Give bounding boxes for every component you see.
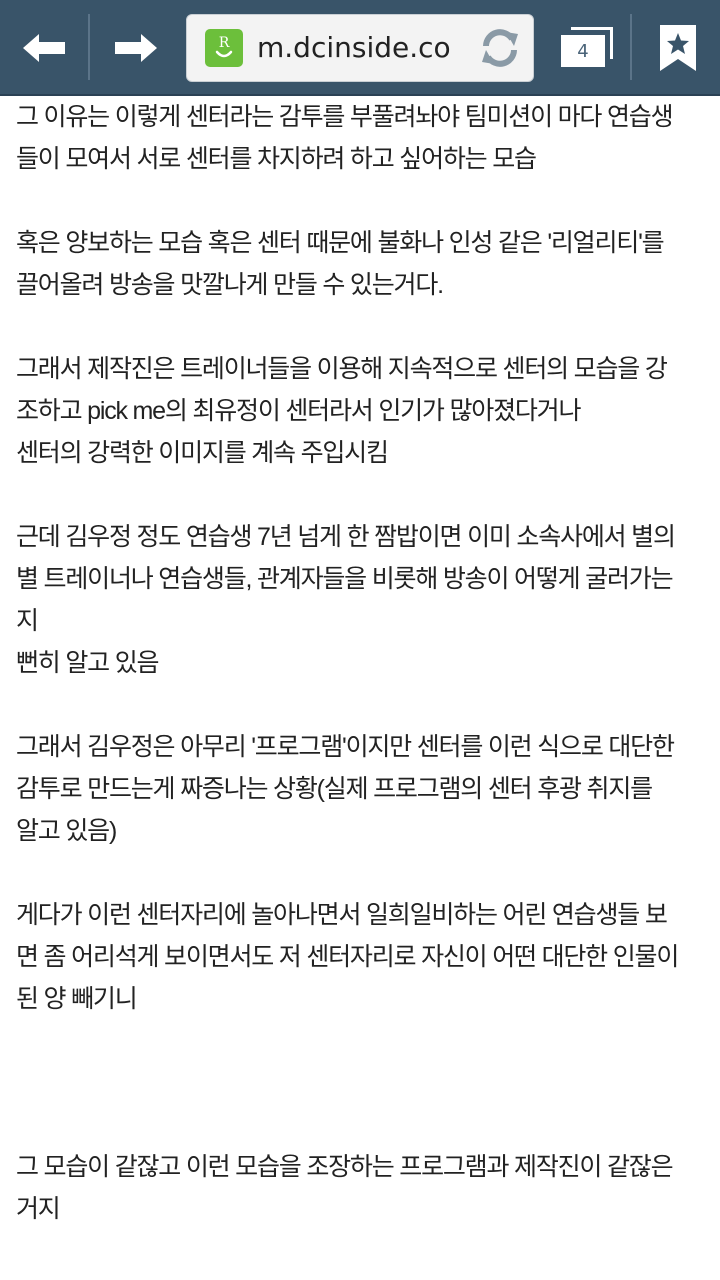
post-line <box>16 180 706 222</box>
tabs-front-frame: 4 <box>561 35 605 67</box>
post-line: 들이 모여서 서로 센터를 차지하려 하고 싶어하는 모습 <box>16 145 537 173</box>
post-line: 된 양 빼기니 <box>16 985 138 1013</box>
toolbar-divider <box>88 14 90 80</box>
post-line: 감투로 만드는게 짜증나는 상황(실제 프로그램의 센터 후광 취지를 <box>16 775 653 803</box>
tab-count: 4 <box>577 40 589 62</box>
post-line <box>16 1020 706 1062</box>
reload-button[interactable] <box>475 23 525 73</box>
favicon-smile-icon <box>215 50 233 58</box>
post-line: 끌어올려 방송을 맛깔나게 만들 수 있는거다. <box>16 271 444 299</box>
post-line: 센터의 강력한 이미지를 계속 주입시킴 <box>16 439 389 467</box>
post-line: 근데 김우정 정도 연습생 7년 넘게 한 짬밥이면 이미 소속사에서 별의 <box>16 523 676 551</box>
post-line <box>16 684 706 726</box>
post-line <box>16 852 706 894</box>
browser-toolbar: R m.dcinside.co 4 <box>0 0 720 96</box>
back-arrow-icon <box>23 34 65 62</box>
post-line: 혹은 양보하는 모습 혹은 센터 때문에 불화나 인성 같은 '리얼리티'를 <box>16 229 665 257</box>
post-line: 그래서 김우정은 아무리 '프로그램'이지만 센터를 이런 식으로 대단한 <box>16 733 675 761</box>
favicon-letter: R <box>218 35 230 51</box>
post-body: 그 이유는 이렇게 센터라는 감투를 부풀려놔야 팀미션이 마다 연습생 들이 … <box>16 96 706 1230</box>
post-line: 면 좀 어리석게 보이면서도 저 센터자리로 자신이 어떤 대단한 인물이 <box>16 943 679 971</box>
post-line: 게다가 이런 센터자리에 놀아나면서 일희일비하는 어린 연습생들 보 <box>16 901 668 929</box>
post-line: 지 <box>16 607 39 635</box>
tabs-button[interactable]: 4 <box>548 0 628 96</box>
post-line <box>16 306 706 348</box>
toolbar-divider <box>630 14 632 80</box>
tabs-icon: 4 <box>561 27 615 69</box>
post-line: 그 이유는 이렇게 센터라는 감투를 부풀려놔야 팀미션이 마다 연습생 <box>16 103 674 131</box>
back-button[interactable] <box>0 0 88 96</box>
post-line: 거지 <box>16 1195 61 1223</box>
site-favicon: R <box>205 29 243 67</box>
post-line <box>16 1104 706 1146</box>
forward-button[interactable] <box>92 0 180 96</box>
post-line: 조하고 pick me의 최유정이 센터라서 인기가 많아졌다거나 <box>16 397 581 425</box>
post-line <box>16 474 706 516</box>
forward-arrow-icon <box>115 34 157 62</box>
post-line <box>16 1062 706 1104</box>
bookmark-star-icon <box>660 25 696 71</box>
post-line: 그래서 제작진은 트레이너들을 이용해 지속적으로 센터의 모습을 강 <box>16 355 668 383</box>
reload-icon <box>482 29 518 67</box>
address-bar[interactable]: R m.dcinside.co <box>186 14 534 82</box>
post-line: 그 모습이 같잖고 이런 모습을 조장하는 프로그램과 제작진이 같잖은 <box>16 1153 674 1181</box>
post-line: 알고 있음) <box>16 817 117 845</box>
bookmark-button[interactable] <box>636 0 720 96</box>
post-line: 별 트레이너나 연습생들, 관계자들을 비롯해 방송이 어떻게 굴러가는 <box>16 565 674 593</box>
post-line: 뻔히 알고 있음 <box>16 649 159 677</box>
url-text: m.dcinside.co <box>257 31 451 64</box>
